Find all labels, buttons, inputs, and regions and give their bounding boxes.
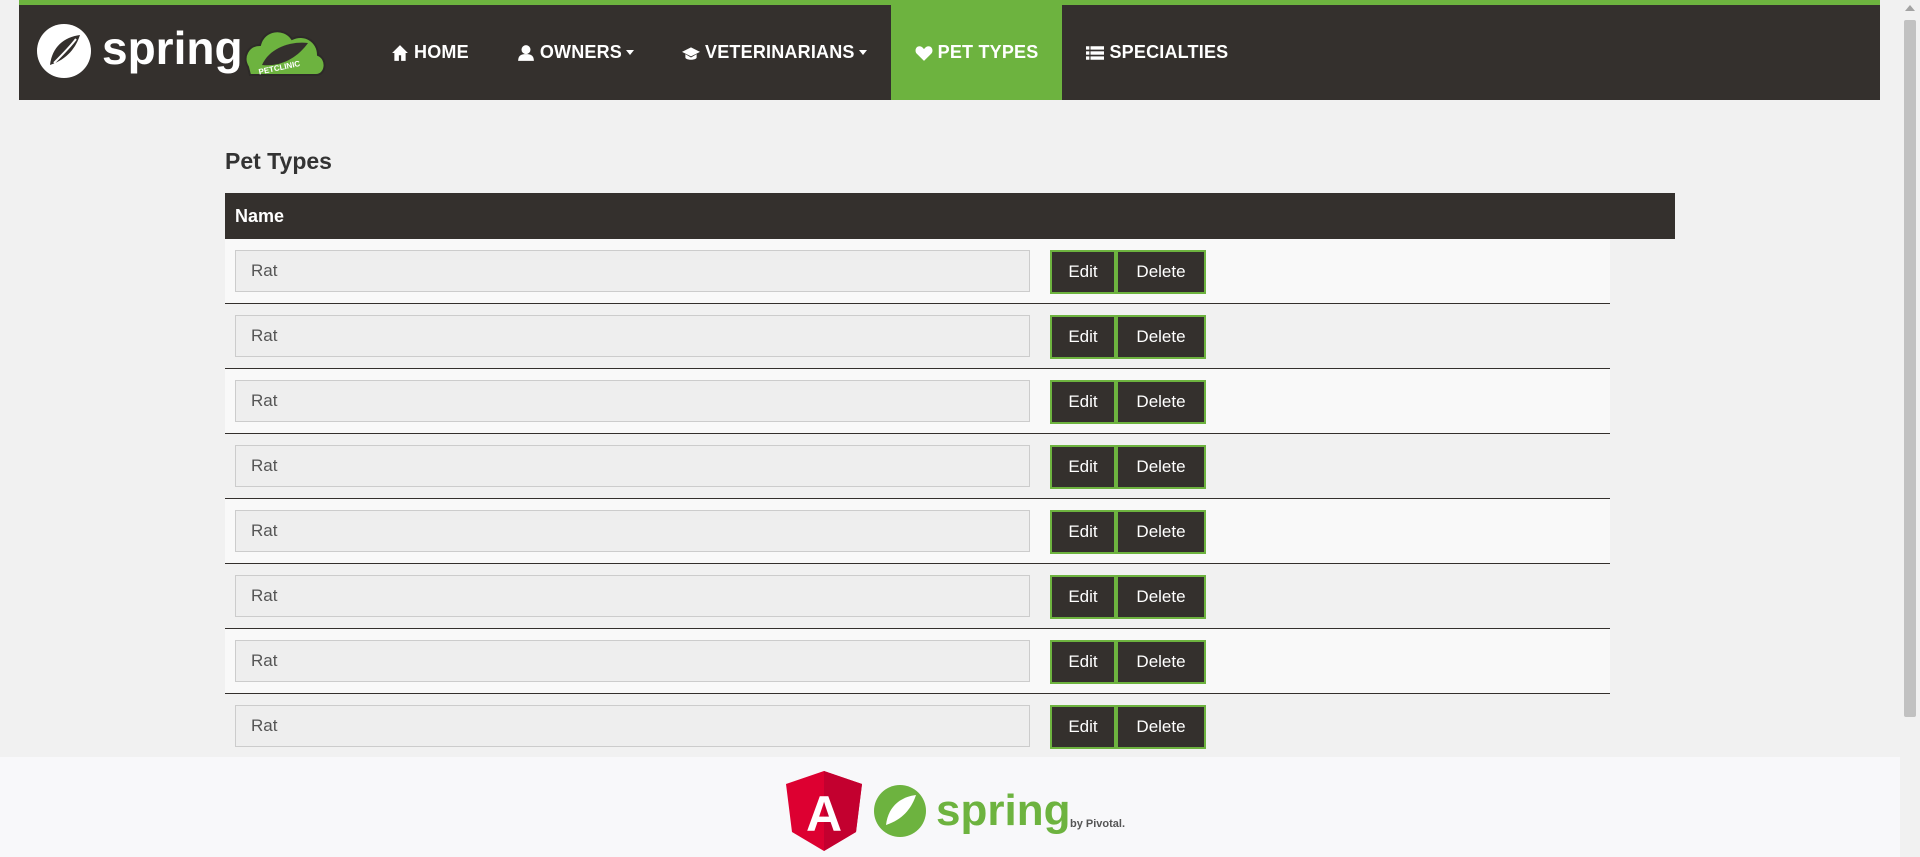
graduation-cap-icon [682, 44, 701, 62]
nav-specialties-label: SPECIALTIES [1109, 42, 1229, 62]
svg-text:spring: spring [102, 22, 243, 74]
vertical-scrollbar[interactable] [1900, 0, 1920, 857]
footer-logos: A spring by Pivotal. [786, 769, 1126, 853]
heart-icon [915, 44, 933, 62]
table-row: Edit Delete [225, 694, 1610, 759]
table-row: Edit Delete [225, 304, 1610, 369]
edit-button[interactable]: Edit [1050, 250, 1116, 294]
delete-button[interactable]: Delete [1116, 510, 1206, 554]
nav-owners-label: OWNERS [539, 42, 623, 62]
delete-button[interactable]: Delete [1116, 380, 1206, 424]
angular-logo-icon: A [786, 771, 862, 851]
footer: A spring by Pivotal. [0, 757, 1900, 857]
nav-home[interactable]: HOME [367, 5, 493, 100]
nav-owners[interactable]: OWNERS [493, 5, 658, 100]
pet-type-name-input[interactable] [235, 510, 1030, 552]
pet-type-name-input[interactable] [235, 445, 1030, 487]
delete-button[interactable]: Delete [1116, 640, 1206, 684]
delete-button[interactable]: Delete [1116, 445, 1206, 489]
edit-button[interactable]: Edit [1050, 640, 1116, 684]
edit-button[interactable]: Edit [1050, 445, 1116, 489]
pet-type-name-input[interactable] [235, 705, 1030, 747]
delete-button[interactable]: Delete [1116, 575, 1206, 619]
delete-button[interactable]: Delete [1116, 250, 1206, 294]
pet-type-name-input[interactable] [235, 575, 1030, 617]
pet-type-name-input[interactable] [235, 250, 1030, 292]
table-row: Edit Delete [225, 239, 1610, 304]
edit-button[interactable]: Edit [1050, 705, 1116, 749]
table-header: Name [225, 193, 1675, 239]
nav-specialties[interactable]: SPECIALTIES [1062, 5, 1252, 100]
pet-type-name-input[interactable] [235, 380, 1030, 422]
nav-veterinarians-label: VETERINARIANS [705, 42, 855, 62]
nav-veterinarians[interactable]: VETERINARIANS [658, 5, 891, 100]
delete-button[interactable]: Delete [1116, 705, 1206, 749]
svg-text:A: A [806, 786, 842, 842]
main-nav: HOME OWNERS VETERINARIANS PET TYPES SPEC… [367, 5, 1252, 100]
nav-pet-types[interactable]: PET TYPES [890, 5, 1063, 100]
svg-text:spring: spring [936, 786, 1070, 835]
scrollbar-thumb[interactable] [1904, 20, 1916, 717]
list-icon [1086, 44, 1105, 62]
edit-button[interactable]: Edit [1050, 380, 1116, 424]
spring-logo-icon: spring by Pivotal. [874, 785, 1125, 837]
edit-button[interactable]: Edit [1050, 510, 1116, 554]
edit-button[interactable]: Edit [1050, 315, 1116, 359]
table-row: Edit Delete [225, 564, 1610, 629]
top-navbar: spring PETCLINIC HOME OWNERS VETERINARIA… [19, 0, 1880, 100]
nav-pet-types-label: PET TYPES [937, 42, 1039, 62]
page-title: Pet Types [225, 148, 332, 174]
pet-type-name-input[interactable] [235, 315, 1030, 357]
svg-text:by Pivotal.: by Pivotal. [1070, 818, 1125, 830]
table-row: Edit Delete [225, 434, 1610, 499]
spring-logo-icon: spring PETCLINIC [37, 22, 326, 78]
table-row: Edit Delete [225, 629, 1610, 694]
delete-button[interactable]: Delete [1116, 315, 1206, 359]
home-icon [391, 44, 409, 62]
spring-petclinic-logo[interactable]: spring PETCLINIC [36, 17, 326, 85]
scroll-up-arrow-icon[interactable] [1905, 5, 1915, 11]
chevron-down-icon [626, 50, 635, 55]
pet-type-name-input[interactable] [235, 640, 1030, 682]
column-header-name: Name [235, 205, 285, 226]
chevron-down-icon [858, 50, 867, 55]
edit-button[interactable]: Edit [1050, 575, 1116, 619]
pet-types-table-body: Edit Delete Edit Delete Edit Delete Edit… [225, 239, 1610, 759]
table-row: Edit Delete [225, 499, 1610, 564]
user-icon [517, 44, 535, 62]
table-row: Edit Delete [225, 369, 1610, 434]
nav-home-label: HOME [414, 42, 469, 62]
